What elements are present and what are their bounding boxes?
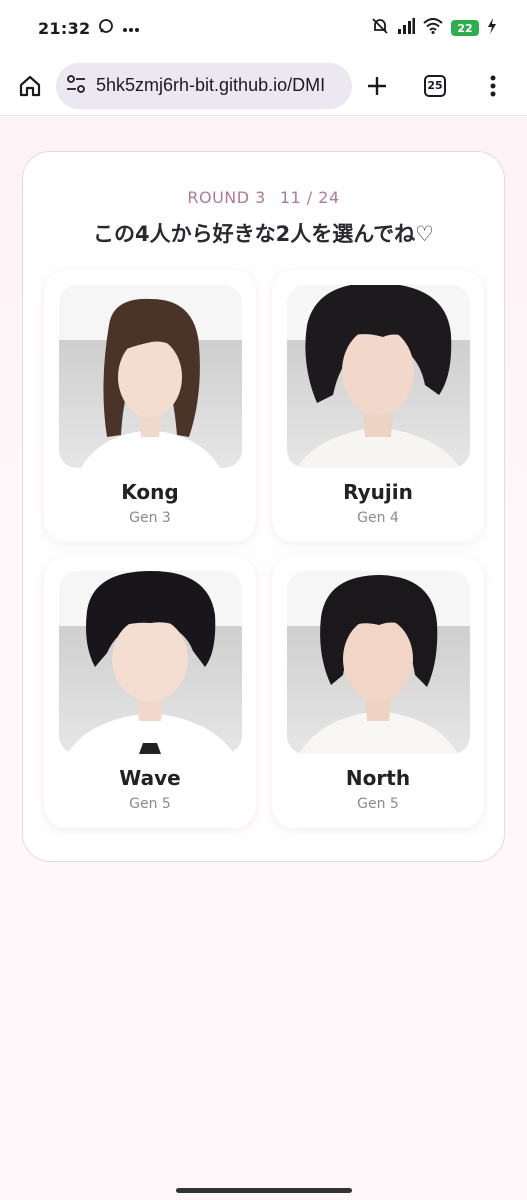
mute-bell-icon: [371, 17, 389, 40]
member-card-wave[interactable]: Wave Gen 5: [44, 556, 256, 828]
member-generation: Gen 3: [129, 510, 171, 526]
round-label: ROUND 3: [187, 188, 266, 207]
menu-dots-icon[interactable]: [475, 68, 511, 104]
chat-bubble-icon: [98, 18, 114, 39]
more-dots-icon: [122, 18, 140, 38]
tab-count: 25: [424, 74, 446, 97]
member-name: Wave: [119, 766, 181, 790]
member-photo: [287, 285, 470, 468]
charging-bolt-icon: [487, 17, 497, 39]
battery-icon: 22: [451, 20, 479, 36]
member-name: North: [345, 766, 411, 790]
page-title: この4人から好きな2人を選んでね♡: [93, 222, 434, 246]
status-bar: 21:32 22: [0, 0, 527, 56]
member-photo: [59, 571, 242, 754]
member-name: Kong: [121, 480, 179, 504]
member-generation: Gen 4: [357, 510, 399, 526]
member-generation: Gen 5: [357, 796, 399, 812]
member-generation: Gen 5: [129, 796, 171, 812]
wifi-icon: [423, 17, 443, 39]
game-card: ROUND 3 11 / 24 この4人から好きな2人を選んでね♡ Kong Ge…: [22, 151, 505, 862]
member-card-north[interactable]: North Gen 5: [272, 556, 484, 828]
signal-icon: [397, 17, 415, 39]
page-content: ROUND 3 11 / 24 この4人から好きな2人を選んでね♡ Kong Ge…: [0, 117, 527, 1200]
member-name: Ryujin: [343, 480, 413, 504]
progress-count: 11 / 24: [279, 188, 340, 207]
browser-toolbar: 5hk5zmj6rh-bit.github.io/DMI 25: [0, 56, 527, 116]
site-settings-icon[interactable]: [66, 74, 86, 97]
gesture-nav-handle[interactable]: [176, 1188, 352, 1193]
home-icon[interactable]: [12, 68, 48, 104]
tabs-icon[interactable]: 25: [417, 68, 453, 104]
round-indicator: ROUND 3 11 / 24: [23, 188, 504, 207]
member-photo: [59, 285, 242, 468]
plus-icon[interactable]: [359, 68, 395, 104]
member-photo: [287, 571, 470, 754]
url-text[interactable]: 5hk5zmj6rh-bit.github.io/DMI: [96, 75, 325, 96]
address-bar[interactable]: 5hk5zmj6rh-bit.github.io/DMI: [56, 62, 352, 109]
member-card-kong[interactable]: Kong Gen 3: [44, 270, 256, 542]
member-card-ryujin[interactable]: Ryujin Gen 4: [272, 270, 484, 542]
status-time: 21:32: [38, 18, 91, 38]
